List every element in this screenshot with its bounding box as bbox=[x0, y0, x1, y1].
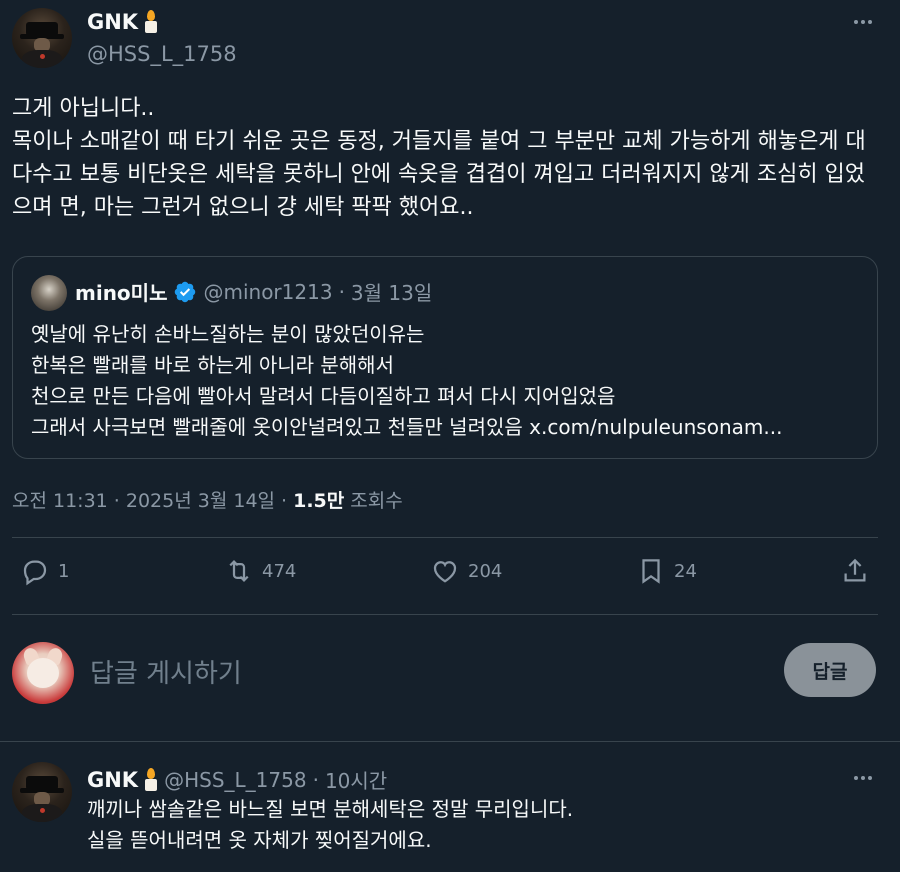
like-count: 204 bbox=[468, 560, 503, 582]
divider bbox=[12, 614, 878, 615]
verified-badge-icon bbox=[175, 281, 196, 302]
author-display-name[interactable]: GNK bbox=[87, 10, 138, 34]
reply-author-avatar[interactable] bbox=[12, 762, 72, 822]
quoted-tweet-header: mino미노 @minor1213 · 3월 13일 bbox=[75, 277, 432, 306]
reply-tweet[interactable]: GNK @HSS_L_1758 · 10시간 깨끼나 쌈솔같은 바느질 보면 분… bbox=[0, 742, 900, 872]
tweet-detail-page: GNK @HSS_L_1758 그게 아닙니다.. 목이나 소매같이 때 타기 … bbox=[0, 0, 900, 872]
quoted-tweet-body: 옛날에 유난히 손바느질하는 분이 많았던이유는 한복은 빨래를 바로 하는게 … bbox=[31, 322, 783, 439]
bookmark-count: 24 bbox=[674, 560, 697, 582]
heart-icon bbox=[433, 561, 457, 583]
tweet-actions-bar: 1 474 204 24 bbox=[0, 556, 900, 602]
author-handle[interactable]: @HSS_L_1758 bbox=[87, 42, 237, 66]
quoted-tweet-card[interactable]: mino미노 @minor1213 · 3월 13일 옛날에 유난히 손바느질하… bbox=[12, 256, 878, 459]
bookmark-icon bbox=[642, 559, 660, 584]
divider bbox=[12, 537, 878, 538]
like-action[interactable]: 204 bbox=[430, 556, 502, 586]
reply-time-ago[interactable]: 10시간 bbox=[325, 765, 387, 794]
reply-author-name[interactable]: GNK bbox=[87, 768, 138, 792]
current-user-avatar[interactable] bbox=[12, 642, 74, 704]
retweet-icon bbox=[229, 560, 249, 582]
tweet-body: 그게 아닙니다.. 목이나 소매같이 때 타기 쉬운 곳은 동정, 거들지를 붙… bbox=[12, 96, 866, 220]
retweet-count: 474 bbox=[262, 560, 297, 582]
share-icon bbox=[844, 558, 866, 582]
main-tweet: GNK @HSS_L_1758 그게 아닙니다.. 목이나 소매같이 때 타기 … bbox=[0, 0, 900, 740]
reply-composer: 답글 게시하기 답글 bbox=[0, 636, 900, 714]
quoted-author-name: mino미노 bbox=[75, 281, 168, 305]
candle-emoji-icon bbox=[144, 767, 158, 792]
reply-tweet-body: 깨끼나 쌈솔같은 바느질 보면 분해세탁은 정말 무리입니다. 실을 뜯어내려면… bbox=[87, 797, 574, 852]
candle-emoji-icon bbox=[144, 10, 158, 34]
reply-action[interactable]: 1 bbox=[20, 556, 69, 586]
bookmark-action[interactable]: 24 bbox=[636, 556, 697, 586]
reply-input[interactable]: 답글 게시하기 bbox=[90, 653, 242, 690]
tweet-timestamp-row: 오전 11:31 · 2025년 3월 14일 · 1.5만 조회수 bbox=[12, 486, 403, 513]
author-name-row: GNK bbox=[87, 10, 158, 34]
quoted-meta-separator: · bbox=[338, 279, 345, 304]
reply-meta-separator: · bbox=[312, 767, 319, 792]
author-handle-row: @HSS_L_1758 bbox=[87, 42, 237, 66]
retweet-action[interactable]: 474 bbox=[224, 556, 296, 586]
reply-submit-button[interactable]: 답글 bbox=[784, 643, 876, 697]
quoted-tweet-date: 3월 13일 bbox=[350, 281, 433, 305]
views-label: 조회수 bbox=[350, 490, 403, 512]
tweet-timestamp[interactable]: 오전 11:31 · 2025년 3월 14일 · bbox=[12, 486, 287, 513]
more-options-icon[interactable] bbox=[848, 768, 878, 788]
quoted-author-avatar bbox=[31, 275, 67, 311]
reply-author-handle[interactable]: @HSS_L_1758 bbox=[164, 768, 306, 792]
share-action[interactable] bbox=[840, 556, 870, 586]
reply-count: 1 bbox=[58, 560, 70, 582]
reply-icon bbox=[23, 560, 47, 586]
quoted-author-handle: @minor1213 bbox=[203, 279, 333, 304]
reply-author-row: GNK @HSS_L_1758 · 10시간 bbox=[87, 765, 387, 794]
more-options-icon[interactable] bbox=[848, 12, 878, 32]
author-avatar[interactable] bbox=[12, 8, 72, 68]
views-count: 1.5만 bbox=[293, 490, 345, 512]
